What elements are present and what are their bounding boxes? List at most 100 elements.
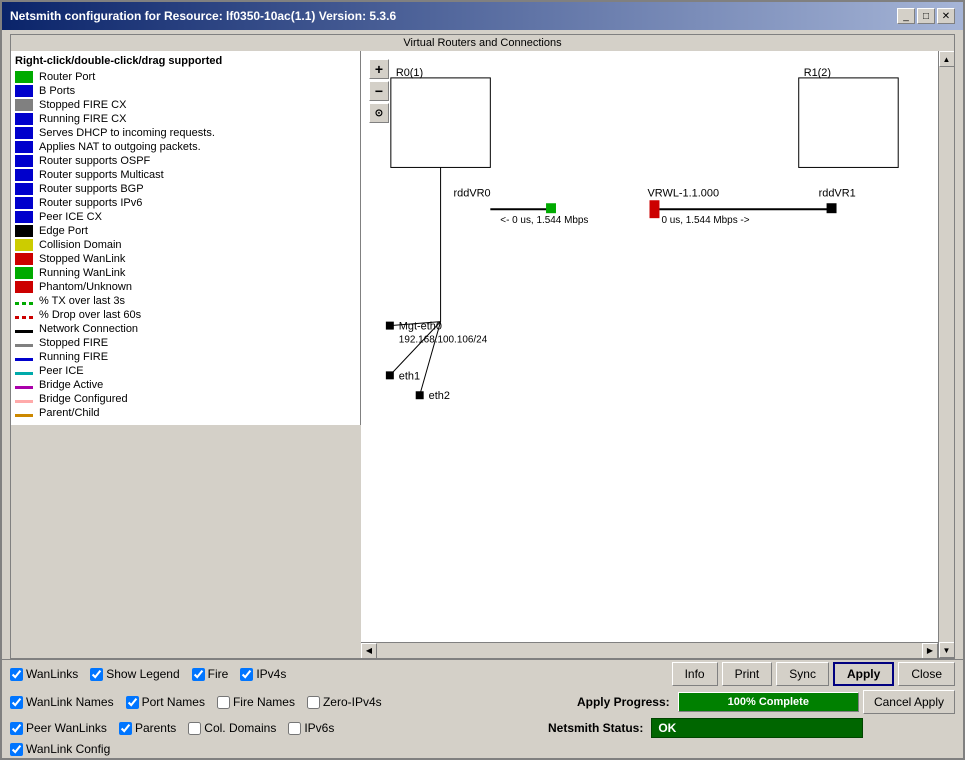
legend-color-swatch: [15, 127, 33, 139]
legend-item-label: Running FIRE CX: [39, 113, 126, 125]
legend-item: Stopped FIRE: [15, 337, 356, 349]
legend-item-label: Edge Port: [39, 225, 88, 237]
minimize-button[interactable]: _: [897, 8, 915, 24]
legend-color-swatch: [15, 316, 33, 319]
legend-item-label: B Ports: [39, 85, 75, 97]
stats-left: <- 0 us, 1.544 Mbps: [500, 215, 588, 226]
cb-wanlink-config-item[interactable]: WanLink Config: [10, 742, 110, 756]
legend-color-swatch: [15, 71, 33, 83]
legend-item: Applies NAT to outgoing packets.: [15, 141, 356, 153]
panel-label: Virtual Routers and Connections: [10, 34, 955, 51]
cb-peer-wanlinks-label: Peer WanLinks: [26, 721, 107, 735]
progress-bar-fill: 100% Complete: [679, 693, 858, 711]
legend-color-swatch: [15, 225, 33, 237]
cb-peer-wanlinks[interactable]: [10, 722, 23, 735]
print-button[interactable]: Print: [722, 662, 773, 686]
cb-fire[interactable]: [192, 668, 205, 681]
cb-fire-names-item[interactable]: Fire Names: [217, 695, 295, 709]
cb-port-names-item[interactable]: Port Names: [126, 695, 205, 709]
legend-item-label: Collision Domain: [39, 239, 122, 251]
legend-item-label: Stopped WanLink: [39, 253, 125, 265]
scroll-h-track[interactable]: [377, 643, 922, 659]
legend-color-swatch: [15, 99, 33, 111]
progress-label: Apply Progress:: [577, 695, 670, 709]
scroll-right-button[interactable]: ▶: [922, 643, 938, 659]
port-square-right: [827, 203, 837, 213]
cb-ipv6s-item[interactable]: IPv6s: [288, 721, 334, 735]
legend-item: Router supports BGP: [15, 183, 356, 195]
legend-color-swatch: [15, 169, 33, 181]
sync-button[interactable]: Sync: [776, 662, 829, 686]
legend-item: Running FIRE CX: [15, 113, 356, 125]
legend-item-label: Stopped FIRE: [39, 337, 108, 349]
legend-color-swatch: [15, 197, 33, 209]
cb-peer-wanlinks-item[interactable]: Peer WanLinks: [10, 721, 107, 735]
title-bar-buttons: _ □ ✕: [897, 8, 955, 24]
cb-col-domains-item[interactable]: Col. Domains: [188, 721, 276, 735]
cb-port-names[interactable]: [126, 696, 139, 709]
legend-color-swatch: [15, 414, 33, 417]
legend-color-swatch: [15, 344, 33, 347]
vertical-scrollbar: ▲ ▼: [938, 51, 954, 658]
canvas-area[interactable]: R0(1) R1(2): [361, 51, 938, 642]
legend-item: Router supports Multicast: [15, 169, 356, 181]
main-content: Virtual Routers and Connections Right-cl…: [2, 30, 963, 758]
legend-color-swatch: [15, 155, 33, 167]
combined-panel: Right-click/double-click/drag supported …: [11, 51, 938, 658]
legend-item-label: Parent/Child: [39, 407, 100, 419]
cb-wanlink-names-item[interactable]: WanLink Names: [10, 695, 114, 709]
cb-ipv4s[interactable]: [240, 668, 253, 681]
cb-wanlink-names[interactable]: [10, 696, 23, 709]
cb-zero-ipv4s[interactable]: [307, 696, 320, 709]
legend-item-label: Router supports Multicast: [39, 169, 164, 181]
legend-item: Running FIRE: [15, 351, 356, 363]
cb-parents-item[interactable]: Parents: [119, 721, 176, 735]
cb-col-domains[interactable]: [188, 722, 201, 735]
scroll-down-button[interactable]: ▼: [939, 642, 955, 658]
maximize-button[interactable]: □: [917, 8, 935, 24]
label-eth2: eth2: [429, 390, 450, 402]
scroll-left-button[interactable]: ◀: [361, 643, 377, 659]
legend-panel: Right-click/double-click/drag supported …: [11, 51, 361, 425]
cb-showlegend-item[interactable]: Show Legend: [90, 667, 179, 681]
network-svg: R0(1) R1(2): [361, 51, 938, 642]
close-button-main[interactable]: Close: [898, 662, 955, 686]
cb-parents[interactable]: [119, 722, 132, 735]
zoom-reset-button[interactable]: ⊙: [369, 103, 389, 123]
zoom-in-button[interactable]: +: [369, 59, 389, 79]
legend-color-swatch: [15, 372, 33, 375]
legend-item: Router supports OSPF: [15, 155, 356, 167]
legend-items: Router PortB PortsStopped FIRE CXRunning…: [15, 71, 356, 419]
cb-wanlinks-item[interactable]: WanLinks: [10, 667, 78, 681]
cancel-apply-button[interactable]: Cancel Apply: [863, 690, 955, 714]
bottom-rows: WanLinks Show Legend Fire IPv4s Info Pri…: [2, 659, 963, 758]
cb-wanlink-names-label: WanLink Names: [26, 695, 114, 709]
cb-ipv4s-item[interactable]: IPv4s: [240, 667, 286, 681]
cb-wanlinks[interactable]: [10, 668, 23, 681]
cb-zero-ipv4s-item[interactable]: Zero-IPv4s: [307, 695, 382, 709]
label-ip: 192.168.100.106/24: [399, 335, 488, 346]
cb-wanlink-config[interactable]: [10, 743, 23, 756]
scroll-up-button[interactable]: ▲: [939, 51, 955, 67]
legend-item-label: Router supports OSPF: [39, 155, 150, 167]
cb-ipv6s[interactable]: [288, 722, 301, 735]
legend-item-label: Router supports IPv6: [39, 197, 142, 209]
legend-item: Network Connection: [15, 323, 356, 335]
right-panel: + − ⊙ R0(1) R1(2): [361, 51, 938, 658]
router-r0-label: R0(1): [396, 67, 423, 79]
info-button[interactable]: Info: [672, 662, 718, 686]
cb-fire-names[interactable]: [217, 696, 230, 709]
router-r0-box: [391, 78, 490, 168]
toolbar-row1: WanLinks Show Legend Fire IPv4s Info Pri…: [2, 659, 963, 688]
title-bar: Netsmith configuration for Resource: lf0…: [2, 2, 963, 30]
status-label: Netsmith Status:: [548, 721, 643, 735]
close-button[interactable]: ✕: [937, 8, 955, 24]
legend-item-label: Phantom/Unknown: [39, 281, 132, 293]
apply-button[interactable]: Apply: [833, 662, 894, 686]
legend-item-label: Network Connection: [39, 323, 138, 335]
label-eth1: eth1: [399, 370, 420, 382]
zoom-out-button[interactable]: −: [369, 81, 389, 101]
scroll-v-track[interactable]: [939, 67, 955, 642]
cb-showlegend[interactable]: [90, 668, 103, 681]
cb-fire-item[interactable]: Fire: [192, 667, 229, 681]
